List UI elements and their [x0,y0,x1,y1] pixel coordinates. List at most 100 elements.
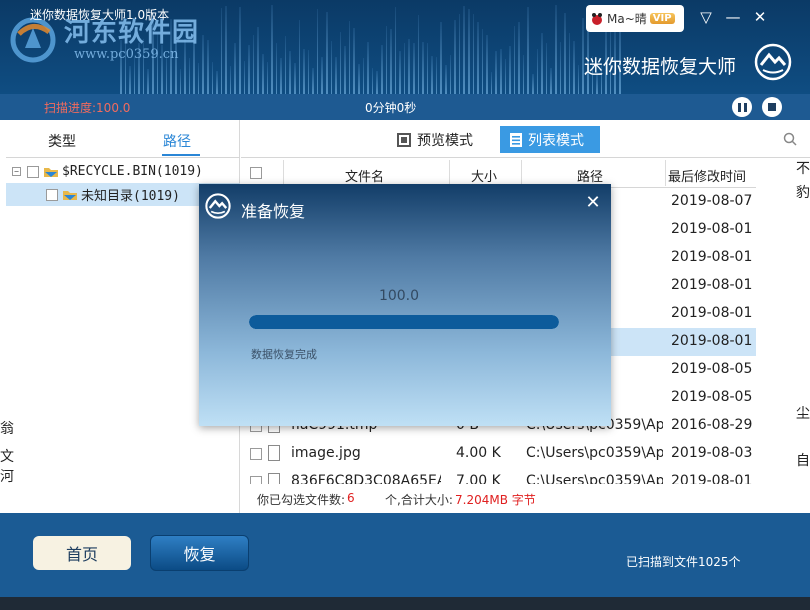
stop-icon [768,103,776,111]
dialog-title: 准备恢复 [241,202,306,221]
equalizer-bar [330,41,333,94]
user-name: Ma~晴 [607,12,647,26]
equalizer-bar [220,8,223,94]
file-modified: 2019-08-01 1 [671,277,756,293]
selected-count: 6 [347,491,355,505]
equalizer-bar [518,22,520,94]
equalizer-bar [371,67,374,94]
pause-scan-button[interactable] [732,97,752,117]
recovery-status-text: 数据恢复完成 [251,348,317,361]
column-header-path[interactable]: 路径 [577,166,603,185]
equalizer-bar [225,6,227,94]
row-checkbox[interactable] [250,448,262,460]
column-header-modified[interactable]: 最后修改时间 [668,166,746,185]
dialog-close-button[interactable]: ✕ [585,192,601,213]
equalizer-bar [275,42,278,94]
equalizer-bar [463,6,465,94]
equalizer-bar [179,68,182,94]
home-button[interactable]: 首页 [33,536,131,570]
tree-checkbox[interactable] [46,188,58,201]
equalizer-bar [573,41,575,94]
stop-scan-button[interactable] [762,97,782,117]
file-modified: 2019-08-01 1 [671,305,756,321]
equalizer-bar [431,55,433,94]
background-text-fragment: 豹 [796,185,810,201]
user-avatar-icon [592,12,602,25]
tree-checkbox[interactable] [27,165,39,178]
column-header-size[interactable]: 大小 [471,166,497,185]
total-size-label: 个,合计大小: [385,493,453,507]
equalizer-bar [335,57,337,94]
equalizer-bar [284,35,287,94]
equalizer-bar [321,57,324,94]
equalizer-bar [339,31,342,94]
scanned-files-count: 已扫描到文件1025个 [626,555,741,569]
app-window: 迷你数据恢复大师1.0版本 河东软件园 www.pc0359.cn Ma~晴 V… [0,0,810,610]
list-mode-label: 列表模式 [528,132,584,149]
equalizer-bar [522,55,525,94]
collapse-icon[interactable]: − [12,167,21,176]
equalizer-bar [197,62,200,94]
pause-icon [737,102,747,112]
equalizer-bar [499,48,502,94]
user-account-button[interactable]: Ma~晴 VIP [586,5,684,32]
dialog-logo-icon [205,193,231,219]
select-all-checkbox[interactable] [250,167,262,179]
background-text-fragment: 自 [796,453,810,469]
recovery-progress-bar [249,315,559,329]
equalizer-bar [472,13,475,94]
recovery-dialog: 准备恢复 ✕ 100.0 数据恢复完成 [199,184,611,426]
scan-elapsed-time: 0分钟0秒 [365,101,417,115]
equalizer-bar [394,7,397,94]
equalizer-bar [435,57,438,94]
equalizer-bar [147,68,150,94]
equalizer-bar [344,45,346,94]
preview-mode-button[interactable]: 预览模式 [387,126,483,153]
equalizer-bar [440,22,443,94]
equalizer-bar [550,67,552,94]
list-mode-button[interactable]: 列表模式 [500,126,600,153]
equalizer-bar [481,29,484,94]
equalizer-bar [248,44,250,94]
table-row[interactable]: image.jpg 4.00 K C:\Users\pc0359\App 2019-0… [241,440,756,468]
tree-node-label: 未知目录(1019) [81,189,180,204]
row-checkbox[interactable] [250,476,262,484]
minimize-button[interactable]: — [723,8,743,26]
tree-node-recycle-bin[interactable]: − $RECYCLE.BIN(1019) [6,160,240,183]
equalizer-bar [380,45,383,94]
equalizer-bar [504,58,507,94]
file-modified: 2019-08-01 1 [671,221,756,237]
equalizer-bar [206,39,209,94]
left-panel-tabs: 类型 路径 [6,120,240,158]
column-header-name[interactable]: 文件名 [345,166,384,185]
bottom-bar: 首页 恢复 已扫描到文件1025个 [0,513,810,597]
folder-icon [44,167,58,177]
equalizer-bar [348,20,351,94]
recover-button[interactable]: 恢复 [150,535,249,571]
equalizer-bar [408,39,410,94]
close-window-button[interactable]: ✕ [750,8,770,26]
table-row[interactable]: 836F6C8D3C08A65EAD8 7.00 K C:\Users\pc0359… [241,468,756,484]
tab-path[interactable]: 路径 [163,131,191,151]
equalizer-bar [495,51,497,94]
equalizer-bar [454,20,456,94]
total-size: 7.204MB 字节 [455,493,536,507]
equalizer-bar [490,72,493,94]
equalizer-bar [271,5,273,94]
table-scrollbar[interactable]: 不 豹 尘 自 [796,158,810,484]
search-icon[interactable] [783,132,797,146]
equalizer-bar [449,55,452,94]
tab-type[interactable]: 类型 [48,131,76,151]
equalizer-bar [312,68,314,94]
file-path: C:\Users\pc0359\App [526,473,663,484]
equalizer-bar [564,12,566,94]
menu-dropdown-icon[interactable]: ▽ [696,8,716,26]
tree-node-label: $RECYCLE.BIN(1019) [62,164,203,179]
watermark-url: www.pc0359.cn [74,47,179,62]
equalizer-bar [554,4,557,94]
equalizer-bar [326,12,328,94]
brand-logo-icon [754,43,792,81]
title-bar: 迷你数据恢复大师1.0版本 河东软件园 www.pc0359.cn Ma~晴 V… [0,0,810,94]
file-size: 7.00 K [456,473,501,484]
column-divider [521,160,522,186]
